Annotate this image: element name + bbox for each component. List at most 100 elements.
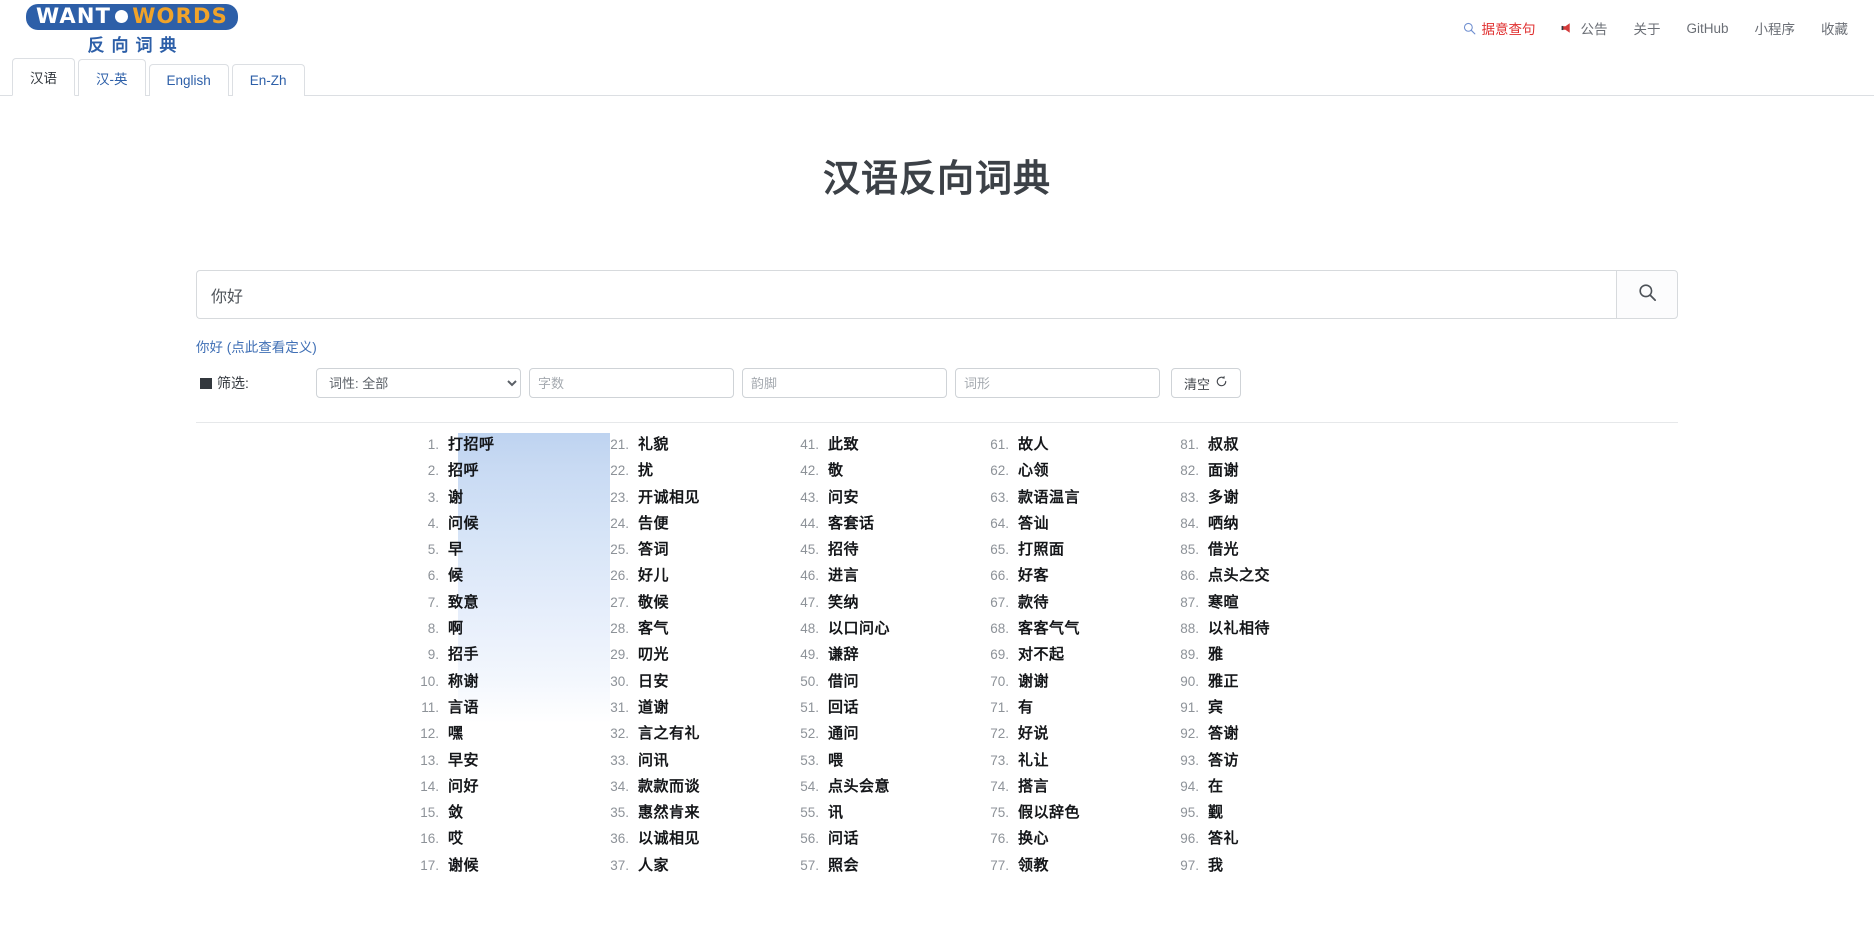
nav-item-about[interactable]: 关于 (1633, 18, 1660, 38)
result-row[interactable]: 10.称谢 (414, 670, 604, 696)
result-word[interactable]: 寒暄 (1208, 591, 1239, 612)
result-word[interactable]: 款语温言 (1018, 486, 1080, 507)
result-row[interactable]: 28.客气 (604, 617, 794, 643)
result-row[interactable]: 88.以礼相待 (1174, 617, 1364, 643)
result-word[interactable]: 以礼相待 (1208, 617, 1270, 638)
result-word[interactable]: 叨光 (638, 643, 669, 664)
result-word[interactable]: 答谢 (1208, 722, 1239, 743)
result-word[interactable]: 客客气气 (1018, 617, 1080, 638)
result-word[interactable]: 回话 (828, 696, 859, 717)
result-word[interactable]: 哂纳 (1208, 512, 1239, 533)
result-row[interactable]: 34.款款而谈 (604, 775, 794, 801)
pos-select[interactable]: 词性: 全部 (316, 368, 521, 398)
result-word[interactable]: 照会 (828, 854, 859, 875)
result-row[interactable]: 53.喂 (794, 749, 984, 775)
result-row[interactable]: 95.觐 (1174, 801, 1364, 827)
result-row[interactable]: 96.答礼 (1174, 827, 1364, 853)
result-word[interactable]: 心领 (1018, 459, 1049, 480)
result-row[interactable]: 83.多谢 (1174, 486, 1364, 512)
result-row[interactable]: 41.此致 (794, 433, 984, 459)
result-row[interactable]: 45.招待 (794, 538, 984, 564)
result-row[interactable]: 87.寒暄 (1174, 591, 1364, 617)
result-row[interactable]: 13.早安 (414, 749, 604, 775)
result-word[interactable]: 礼貌 (638, 433, 669, 454)
result-word[interactable]: 敛 (448, 801, 464, 822)
result-row[interactable]: 67.款待 (984, 591, 1174, 617)
result-word[interactable]: 告便 (638, 512, 669, 533)
result-word[interactable]: 借问 (828, 670, 859, 691)
result-row[interactable]: 70.谢谢 (984, 670, 1174, 696)
result-word[interactable]: 啊 (448, 617, 464, 638)
result-word[interactable]: 好客 (1018, 564, 1049, 585)
search-input[interactable] (196, 270, 1616, 319)
result-word[interactable]: 言之有礼 (638, 722, 700, 743)
result-row[interactable]: 5.早 (414, 538, 604, 564)
result-word[interactable]: 客气 (638, 617, 669, 638)
result-row[interactable]: 56.问话 (794, 827, 984, 853)
result-word[interactable]: 好儿 (638, 564, 669, 585)
result-row[interactable]: 86.点头之交 (1174, 564, 1364, 590)
result-word[interactable]: 称谢 (448, 670, 479, 691)
result-word[interactable]: 问候 (448, 512, 479, 533)
result-word[interactable]: 款款而谈 (638, 775, 700, 796)
result-row[interactable]: 42.敬 (794, 459, 984, 485)
result-word[interactable]: 致意 (448, 591, 479, 612)
result-row[interactable]: 49.谦辞 (794, 643, 984, 669)
result-word[interactable]: 喂 (828, 749, 844, 770)
nav-item-sentence-search[interactable]: 据意查句 (1463, 18, 1535, 38)
result-row[interactable]: 29.叨光 (604, 643, 794, 669)
result-word[interactable]: 搭言 (1018, 775, 1049, 796)
result-row[interactable]: 85.借光 (1174, 538, 1364, 564)
result-row[interactable]: 7.致意 (414, 591, 604, 617)
result-word[interactable]: 讯 (828, 801, 844, 822)
result-word[interactable]: 问讯 (638, 749, 669, 770)
result-row[interactable]: 62.心领 (984, 459, 1174, 485)
result-row[interactable]: 36.以诚相见 (604, 827, 794, 853)
result-word[interactable]: 答礼 (1208, 827, 1239, 848)
result-row[interactable]: 14.问好 (414, 775, 604, 801)
result-word[interactable]: 答讪 (1018, 512, 1049, 533)
result-row[interactable]: 37.人家 (604, 854, 794, 880)
nav-item-miniprogram[interactable]: 小程序 (1755, 18, 1796, 38)
result-word[interactable]: 好说 (1018, 722, 1049, 743)
result-word[interactable]: 问安 (828, 486, 859, 507)
result-word[interactable]: 叔叔 (1208, 433, 1239, 454)
result-row[interactable]: 52.通问 (794, 722, 984, 748)
result-word[interactable]: 笑纳 (828, 591, 859, 612)
result-row[interactable]: 73.礼让 (984, 749, 1174, 775)
result-row[interactable]: 64.答讪 (984, 512, 1174, 538)
result-word[interactable]: 宾 (1208, 696, 1224, 717)
result-row[interactable]: 30.日安 (604, 670, 794, 696)
result-row[interactable]: 33.问讯 (604, 749, 794, 775)
result-word[interactable]: 觐 (1208, 801, 1224, 822)
clear-filters-button[interactable]: 清空 (1171, 368, 1241, 398)
result-row[interactable]: 6.候 (414, 564, 604, 590)
result-row[interactable]: 91.宾 (1174, 696, 1364, 722)
tab-english-chinese[interactable]: En-Zh (232, 64, 305, 96)
result-row[interactable]: 1.打招呼 (414, 433, 604, 459)
length-input[interactable] (529, 368, 734, 398)
result-word[interactable]: 开诚相见 (638, 486, 700, 507)
result-word[interactable]: 候 (448, 564, 464, 585)
result-word[interactable]: 以口问心 (828, 617, 890, 638)
result-row[interactable]: 92.答谢 (1174, 722, 1364, 748)
result-word[interactable]: 打照面 (1018, 538, 1065, 559)
result-row[interactable]: 65.打照面 (984, 538, 1174, 564)
result-word[interactable]: 扰 (638, 459, 654, 480)
result-row[interactable]: 63.款语温言 (984, 486, 1174, 512)
result-row[interactable]: 84.哂纳 (1174, 512, 1364, 538)
nav-item-favorites[interactable]: 收藏 (1821, 18, 1848, 38)
result-row[interactable]: 43.问安 (794, 486, 984, 512)
result-row[interactable]: 75.假以辞色 (984, 801, 1174, 827)
result-row[interactable]: 9.招手 (414, 643, 604, 669)
result-row[interactable]: 16.哎 (414, 827, 604, 853)
result-row[interactable]: 71.有 (984, 696, 1174, 722)
definition-link[interactable]: 你好 (点此查看定义) (196, 340, 317, 355)
result-word[interactable]: 早 (448, 538, 464, 559)
result-row[interactable]: 61.故人 (984, 433, 1174, 459)
result-row[interactable]: 2.招呼 (414, 459, 604, 485)
result-row[interactable]: 3.谢 (414, 486, 604, 512)
result-row[interactable]: 50.借问 (794, 670, 984, 696)
result-row[interactable]: 22.扰 (604, 459, 794, 485)
result-row[interactable]: 76.换心 (984, 827, 1174, 853)
